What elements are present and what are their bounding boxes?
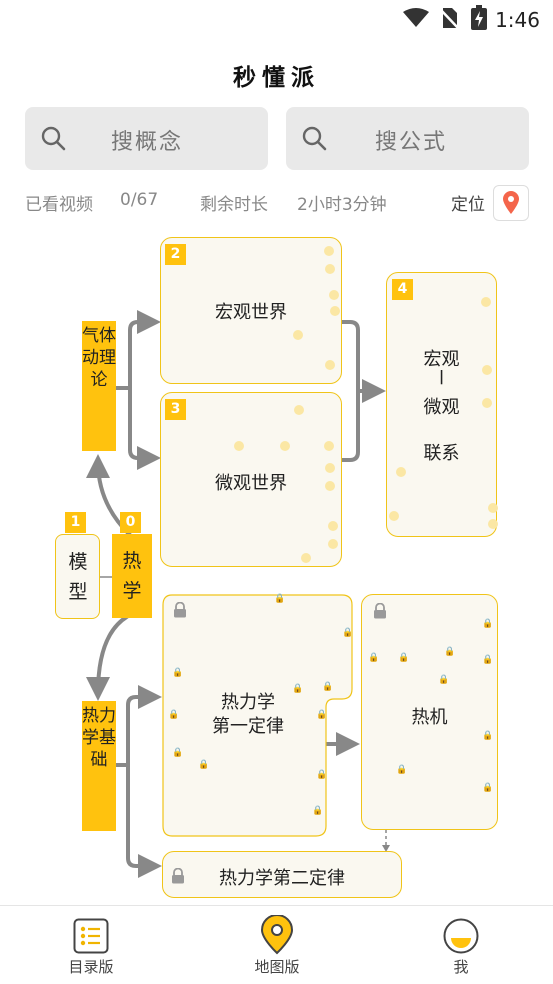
video-dot [328, 521, 338, 531]
lock-dot: 🔒 [368, 653, 380, 663]
node-first-law[interactable]: 热力学 第一定律 🔒 🔒 🔒 🔒 🔒 🔒 🔒 🔒 🔒 🔒 🔒 [162, 594, 354, 838]
video-dot [325, 481, 335, 491]
node-1-number: 1 [65, 512, 86, 533]
video-dot [488, 503, 498, 513]
node-model-label: 模型 [68, 551, 88, 603]
node-first-law-label-1: 热力学 [221, 692, 275, 713]
tab-me-label: 我 [453, 958, 469, 976]
node-macro-world-label: 宏观世界 [215, 302, 287, 323]
tag-thermodynamics[interactable]: 热力学基础 [82, 701, 116, 831]
lock-dot: 🔒 [316, 710, 328, 720]
lock-dot: 🔒 [316, 770, 328, 780]
video-dot [488, 519, 498, 529]
lock-dot: 🔒 [482, 783, 494, 793]
lock-dot: 🔒 [342, 628, 354, 638]
node-micro-world-label: 微观世界 [215, 473, 287, 494]
video-dot [325, 264, 335, 274]
node-thermal-label: 热学 [122, 550, 142, 602]
node-link-label-top: 宏观 [423, 349, 460, 370]
node-link-label-mid: 微观 [423, 397, 460, 418]
node-macro-world[interactable]: 2 宏观世界 [160, 237, 342, 384]
node-model[interactable]: 模型 [55, 534, 100, 619]
node-heat-engine-label: 热机 [411, 707, 448, 728]
node-4-number: 4 [392, 279, 413, 300]
node-3-number: 3 [165, 399, 186, 420]
node-heat-engine[interactable]: 热机 🔒 🔒 🔒 🔒 🔒 🔒 🔒 🔒 🔒 [361, 594, 498, 830]
video-dot [293, 330, 303, 340]
video-dot [329, 290, 339, 300]
lock-icon [374, 603, 386, 619]
lock-dot: 🔒 [274, 594, 286, 604]
video-dot [482, 365, 492, 375]
tab-catalog-label: 目录版 [68, 958, 114, 976]
video-dot [325, 463, 335, 473]
video-dot [330, 306, 340, 316]
video-dot [396, 467, 406, 477]
node-micro-world[interactable]: 3 微观世界 [160, 392, 342, 567]
tab-map-label: 地图版 [254, 958, 300, 976]
tab-catalog[interactable]: 目录版 [21, 906, 161, 984]
node-macro-micro-link[interactable]: 4 宏观 | 微观 联系 [386, 272, 498, 537]
video-dot [324, 246, 334, 256]
node-0-number: 0 [120, 512, 141, 533]
lock-dot: 🔒 [482, 619, 494, 629]
video-dot [481, 297, 491, 307]
video-dot [301, 553, 311, 563]
tab-me[interactable]: 我 [391, 906, 531, 984]
video-dot [234, 441, 244, 451]
lock-dot: 🔒 [444, 647, 456, 657]
node-link-label-bottom: 联系 [423, 443, 460, 464]
lock-dot: 🔒 [292, 684, 304, 694]
video-dot [294, 405, 304, 415]
map-pin-icon [260, 915, 294, 955]
lock-dot: 🔒 [312, 806, 324, 816]
lock-dot: 🔒 [172, 748, 184, 758]
bottom-tab-bar: 目录版 地图版 我 [0, 905, 553, 984]
lock-dot: 🔒 [482, 731, 494, 741]
node-second-law[interactable]: 热力学第二定律 [162, 851, 402, 898]
tag-kinetic-theory[interactable]: 气体动理论 [82, 321, 116, 451]
node-first-law-label-2: 第一定律 [212, 716, 284, 737]
tab-map[interactable]: 地图版 [207, 906, 347, 984]
video-dot [328, 539, 338, 549]
video-dot [280, 441, 290, 451]
list-icon [73, 918, 109, 954]
node-2-number: 2 [165, 244, 186, 265]
video-dot [324, 441, 334, 451]
lock-dot: 🔒 [396, 765, 408, 775]
node-second-law-label: 热力学第二定律 [219, 868, 345, 889]
profile-icon [443, 918, 479, 954]
lock-dot: 🔒 [168, 710, 180, 720]
lock-icon [174, 602, 186, 618]
video-dot [482, 398, 492, 408]
lock-dot: 🔒 [172, 668, 184, 678]
node-thermal[interactable]: 热学 [112, 534, 152, 618]
lock-dot: 🔒 [398, 653, 410, 663]
lock-dot: 🔒 [482, 655, 494, 665]
lock-dot: 🔒 [438, 675, 450, 685]
video-dot [325, 360, 335, 370]
lock-dot: 🔒 [322, 682, 334, 692]
node-link-label-bar: | [438, 369, 445, 385]
video-dot [389, 511, 399, 521]
lock-dot: 🔒 [198, 760, 210, 770]
